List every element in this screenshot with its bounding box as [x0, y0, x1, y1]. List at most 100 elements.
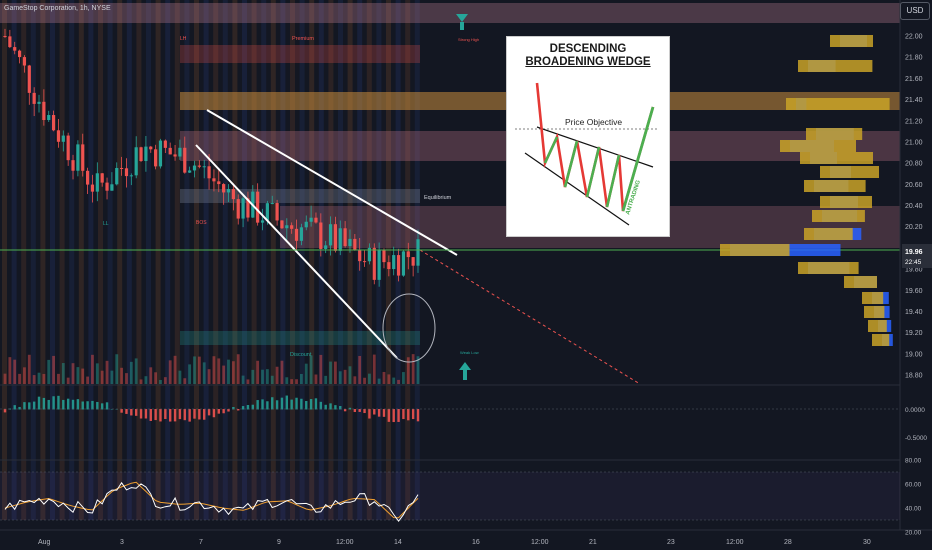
macd-bar [125, 409, 128, 414]
macd-bar [212, 409, 216, 418]
candle-body [158, 140, 163, 167]
candle-body [207, 166, 211, 179]
candle-body [42, 101, 46, 121]
candle-body [188, 170, 192, 173]
volume-bar [222, 365, 226, 384]
time-tick-label: 7 [199, 539, 203, 546]
macd-bar [295, 397, 298, 410]
candle-body [377, 250, 381, 280]
macd-bar [329, 403, 332, 410]
rsi-band [0, 472, 900, 520]
rsi-tick-label: 40.00 [905, 506, 922, 513]
volume-bar [154, 372, 158, 384]
session-stripe [21, 0, 27, 520]
candle-body [280, 220, 284, 229]
candle-body [212, 178, 216, 182]
macd-bar [169, 409, 172, 422]
session-stripe [165, 0, 171, 520]
macd-bar [62, 399, 65, 410]
macd-bar [198, 409, 201, 420]
macd-bar [91, 400, 94, 410]
time-tick-label: 9 [277, 539, 281, 546]
volume-profile-gold [820, 196, 872, 208]
candle-body [37, 101, 41, 104]
volume-bar [134, 358, 138, 384]
volume-bar [23, 367, 26, 384]
candle-body [362, 261, 367, 263]
session-stripe [318, 0, 324, 520]
volume-bar [139, 379, 143, 384]
macd-bar [411, 409, 415, 420]
macd-bar [159, 409, 162, 422]
candle-body [51, 115, 56, 131]
candle-body [396, 255, 401, 276]
session-stripe [261, 0, 267, 520]
volume-bar [241, 375, 245, 384]
volume-profile-gold [862, 292, 884, 304]
candle-body [129, 175, 133, 177]
volume-profile-gold [804, 228, 853, 240]
volume-bar [343, 369, 347, 384]
macd-bar [387, 409, 391, 422]
rsi-tick-label: 60.00 [905, 482, 922, 489]
volume-bar [304, 363, 308, 384]
candle-body [348, 238, 352, 247]
session-stripe [203, 0, 209, 520]
volume-bar [377, 378, 381, 384]
candle-body [411, 257, 415, 266]
candle-body [86, 170, 90, 185]
candle-body [61, 135, 65, 142]
macd-bar [314, 398, 318, 410]
candle-body [173, 154, 177, 157]
volume-bar [392, 377, 396, 384]
candle-body [120, 167, 124, 169]
volume-bar [100, 370, 104, 384]
volume-bar [57, 373, 60, 384]
candle-body [100, 173, 104, 183]
time-tick-label: 23 [667, 539, 675, 546]
session-stripe [88, 0, 94, 520]
volume-bar [314, 374, 318, 384]
candle-body [124, 168, 129, 177]
macd-bar [358, 409, 361, 412]
candle-body [290, 225, 294, 229]
candle-body [95, 173, 99, 192]
candle-body [265, 203, 269, 221]
candle-body [275, 203, 279, 221]
candle-body [115, 167, 119, 185]
volume-bar [120, 367, 124, 384]
weak-low-label: Weak Low [460, 350, 479, 355]
candle-body [387, 262, 391, 270]
candle-body [256, 191, 260, 223]
macd-bar [373, 409, 376, 415]
volume-bar [309, 355, 313, 384]
session-stripe [59, 0, 65, 520]
currency-badge[interactable]: USD [900, 2, 930, 20]
volume-bar [411, 354, 415, 384]
volume-bar [212, 356, 216, 384]
volume-bar [66, 377, 70, 384]
volume-bar [183, 378, 187, 384]
chart-canvas[interactable]: Premium Equilibrium Discount Strong High Wea… [0, 0, 932, 550]
candle-body [401, 251, 406, 276]
macd-bar [363, 409, 366, 414]
candle-body [81, 144, 85, 171]
session-stripe [78, 0, 84, 520]
countdown-label: 22:45 [905, 259, 922, 266]
session-stripe [222, 0, 228, 520]
volume-bar [47, 359, 51, 384]
current-price-label: 19.96 [905, 249, 923, 256]
macd-bar [71, 399, 75, 410]
macd-bar [309, 399, 313, 410]
volume-bar [275, 366, 279, 384]
candle-body [144, 146, 148, 162]
session-stripe [290, 0, 295, 520]
session-stripe [405, 0, 411, 520]
volume-bar [202, 362, 206, 384]
volume-bar [368, 373, 371, 384]
lh-label: LH [180, 36, 187, 42]
session-stripe [107, 0, 113, 520]
volume-bar [3, 373, 7, 384]
macd-bar [397, 409, 400, 422]
session-stripe [2, 0, 7, 520]
